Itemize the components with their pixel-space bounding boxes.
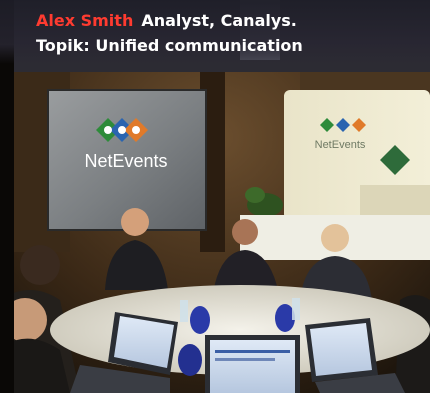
caption-line-speaker: Alex Smith Analyst, Canalys. [36, 11, 297, 30]
caption-topic: Topik: Unified communication [36, 36, 303, 55]
speaker-role: Analyst, Canalys. [141, 11, 297, 30]
speaker-name: Alex Smith [36, 11, 134, 30]
photo-caption: Alex Smith Analyst, Canalys. Topik: Unifi… [0, 0, 430, 64]
screen-logo-text: NetEvents [84, 151, 167, 171]
banner-logo-icon [320, 118, 366, 132]
banner-logo-text: NetEvents [315, 139, 366, 151]
photo-frame: NetEvents NetEvents Alex Smith Analyst, … [0, 0, 430, 393]
laptop-center [205, 335, 300, 393]
